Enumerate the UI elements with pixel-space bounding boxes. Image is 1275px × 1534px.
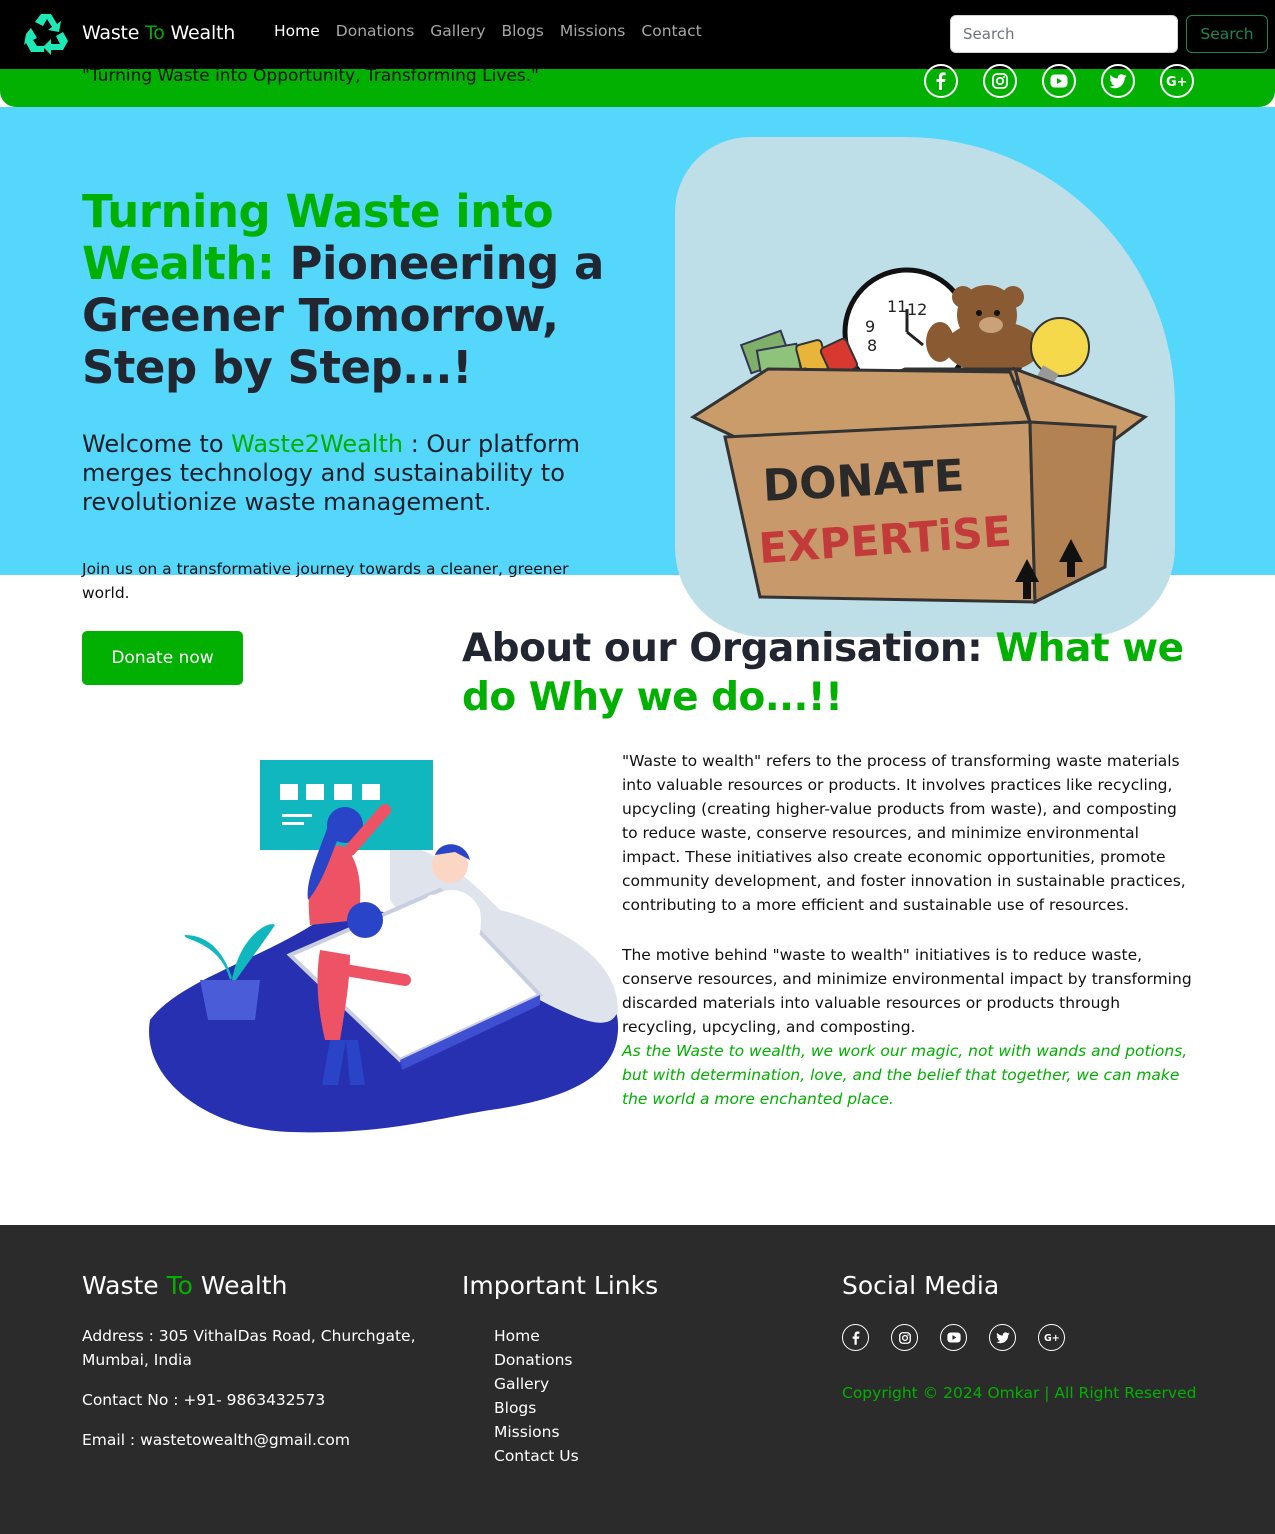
nav-links: Home Donations Gallery Blogs Missions Co… xyxy=(274,22,718,40)
svg-text:12: 12 xyxy=(907,300,927,319)
recycle-logo-icon xyxy=(24,14,68,55)
footer-link-blogs[interactable]: Blogs xyxy=(494,1396,802,1420)
team-illustration xyxy=(149,760,619,1133)
tagline: "Turning Waste into Opportunity, Transfo… xyxy=(82,66,539,86)
about-text: "Waste to wealth" refers to the process … xyxy=(622,749,1197,1137)
footer-links-title: Important Links xyxy=(462,1271,659,1300)
footer-link-gallery[interactable]: Gallery xyxy=(494,1372,802,1396)
copyright-text: Copyright © 2024 Omkar | All Right Reser… xyxy=(842,1384,1197,1402)
youtube-icon[interactable] xyxy=(1042,64,1076,98)
svg-text:8: 8 xyxy=(867,336,877,355)
hero-brand-highlight: Waste2Wealth xyxy=(231,430,404,458)
footer-contact: Contact No : +91- 9863432573 xyxy=(82,1391,326,1409)
hero-join-text: Join us on a transformative journey towa… xyxy=(82,560,569,602)
navbar: Waste To Wealth Home Donations Gallery B… xyxy=(0,0,1275,69)
svg-text:G+: G+ xyxy=(1044,1333,1060,1343)
instagram-icon[interactable] xyxy=(891,1324,918,1351)
google-plus-icon[interactable]: G+ xyxy=(1038,1324,1065,1351)
footer-brand-column: Waste To Wealth Address : 305 VithalDas … xyxy=(82,1271,442,1468)
google-plus-icon[interactable]: G+ xyxy=(1160,64,1194,98)
about-magic-quote: As the Waste to wealth, we work our magi… xyxy=(622,1042,1188,1108)
footer-social-icons: G+ xyxy=(842,1324,1222,1351)
box-text-donate: DONATE xyxy=(761,450,965,511)
top-social-links: G+ xyxy=(924,64,1194,98)
nav-link-missions[interactable]: Missions xyxy=(560,22,626,40)
facebook-icon[interactable] xyxy=(842,1324,869,1351)
about-title: About our Organisation: What we do Why w… xyxy=(462,626,1184,720)
footer-link-missions[interactable]: Missions xyxy=(494,1420,802,1444)
footer-link-donations[interactable]: Donations xyxy=(494,1348,802,1372)
footer-social-column: Social Media G+ Copyright © 2024 Omkar |… xyxy=(842,1271,1222,1402)
youtube-icon[interactable] xyxy=(940,1324,967,1351)
nav-link-blogs[interactable]: Blogs xyxy=(502,22,544,40)
footer-address: Address : 305 VithalDas Road, Churchgate… xyxy=(82,1327,416,1369)
footer-links-list: Home Donations Gallery Blogs Missions Co… xyxy=(462,1324,802,1468)
hero-title: Turning Waste into Wealth: Pioneering a … xyxy=(82,185,604,394)
footer-brand: Waste To Wealth xyxy=(82,1271,288,1300)
facebook-icon[interactable] xyxy=(924,64,958,98)
search-input[interactable] xyxy=(950,15,1178,53)
hero-subtitle: Welcome to Waste2Wealth : Our platform m… xyxy=(82,430,580,516)
brand[interactable]: Waste To Wealth xyxy=(24,10,235,56)
footer-email: Email : wastetowealth@gmail.com xyxy=(82,1431,351,1449)
nav-link-gallery[interactable]: Gallery xyxy=(430,22,485,40)
svg-text:9: 9 xyxy=(865,317,875,336)
svg-text:G+: G+ xyxy=(1166,75,1188,88)
about-paragraph-1: "Waste to wealth" refers to the process … xyxy=(622,752,1186,914)
twitter-icon[interactable] xyxy=(989,1324,1016,1351)
twitter-icon[interactable] xyxy=(1101,64,1135,98)
footer-links-column: Important Links Home Donations Gallery B… xyxy=(462,1271,802,1468)
brand-name: Waste To Wealth xyxy=(82,22,236,44)
nav-link-home[interactable]: Home xyxy=(274,22,320,40)
about-paragraph-2: The motive behind "waste to wealth" init… xyxy=(622,946,1192,1036)
donate-now-button[interactable]: Donate now xyxy=(82,631,243,685)
instagram-icon[interactable] xyxy=(983,64,1017,98)
footer-link-contact-us[interactable]: Contact Us xyxy=(494,1444,802,1468)
svg-text:11: 11 xyxy=(887,297,907,316)
search-button[interactable]: Search xyxy=(1186,15,1268,53)
footer-link-home[interactable]: Home xyxy=(494,1324,802,1348)
nav-link-contact[interactable]: Contact xyxy=(641,22,701,40)
nav-link-donations[interactable]: Donations xyxy=(336,22,415,40)
footer-social-title: Social Media xyxy=(842,1271,1000,1300)
